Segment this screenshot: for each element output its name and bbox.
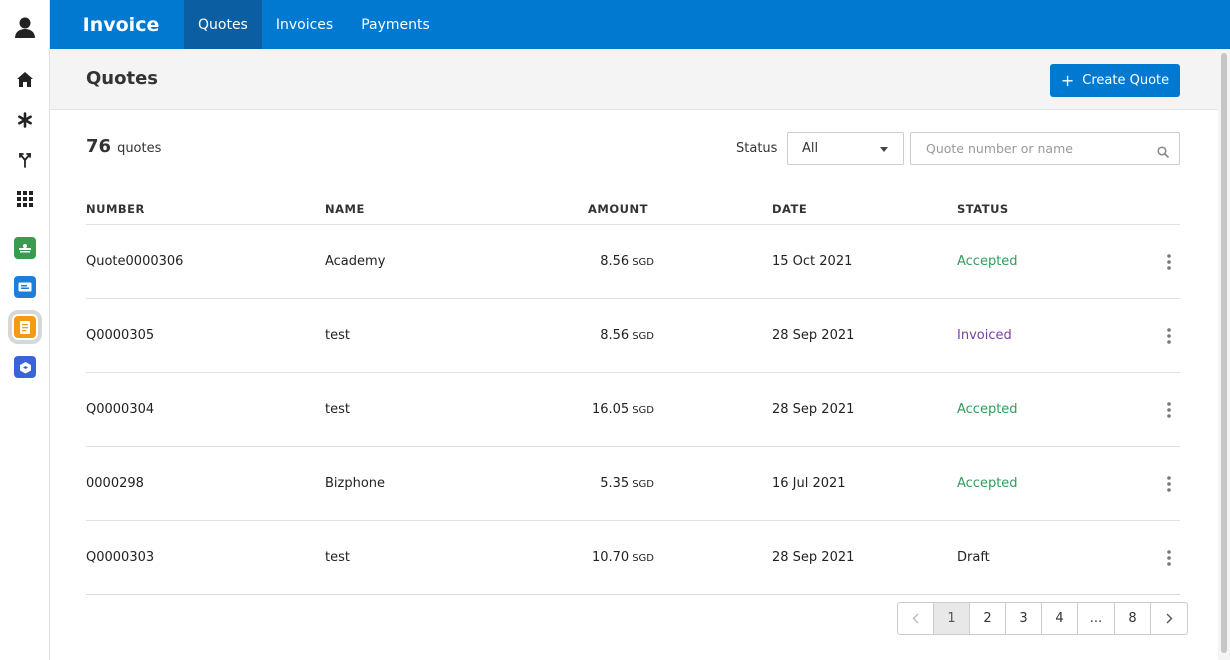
- quote-count: 76 quotes: [86, 136, 161, 157]
- more-options-icon[interactable]: [1159, 251, 1179, 273]
- search-icon[interactable]: [1157, 143, 1169, 162]
- amount-value: 10.70: [591, 550, 630, 565]
- quote-number[interactable]: 0000298: [86, 476, 144, 491]
- quote-number[interactable]: Quote0000306: [86, 254, 183, 269]
- create-quote-label: Create Quote: [1082, 73, 1170, 88]
- tab-quotes[interactable]: Quotes: [184, 0, 262, 49]
- column-header-name[interactable]: NAME: [325, 202, 365, 216]
- pagination: 1 2 3 4 ... 8: [897, 602, 1188, 635]
- quote-status: Accepted: [957, 476, 1018, 491]
- table-row[interactable]: Q0000305 test 8.56 SGD 28 Sep 2021 Invoic…: [86, 299, 1180, 373]
- amount-currency: SGD: [632, 553, 654, 564]
- quote-amount: 8.56 SGD: [600, 254, 654, 269]
- blue-ticket-app-icon[interactable]: [0, 270, 50, 304]
- status-filter-label: Status: [736, 141, 778, 156]
- table-row[interactable]: Q0000303 test 10.70 SGD 28 Sep 2021 Draft: [86, 521, 1180, 595]
- quote-date: 28 Sep 2021: [772, 328, 855, 343]
- search-input[interactable]: [912, 134, 1152, 163]
- quote-name: Academy: [325, 254, 386, 269]
- quote-count-label: quotes: [117, 141, 162, 156]
- asterisk-icon[interactable]: [0, 103, 50, 137]
- top-nav-bar: Invoice Quotes Invoices Payments: [50, 0, 1230, 49]
- merge-fork-icon[interactable]: [0, 143, 50, 177]
- quote-status: Invoiced: [957, 328, 1012, 343]
- app-rail: [0, 0, 50, 660]
- table-row[interactable]: Quote0000306 Academy 8.56 SGD 15 Oct 2021…: [86, 225, 1180, 299]
- page-button[interactable]: 1: [934, 603, 970, 634]
- quote-amount: 8.56 SGD: [600, 328, 654, 343]
- quote-amount: 16.05 SGD: [592, 402, 654, 417]
- more-options-icon[interactable]: [1159, 399, 1179, 421]
- tab-payments[interactable]: Payments: [347, 0, 444, 49]
- page-header: Quotes + Create Quote: [50, 49, 1218, 110]
- quote-name: test: [325, 402, 350, 417]
- more-options-icon[interactable]: [1159, 325, 1179, 347]
- more-options-icon[interactable]: [1159, 473, 1179, 495]
- search-box[interactable]: [910, 132, 1180, 165]
- home-icon[interactable]: [0, 63, 50, 97]
- table-header: NUMBER NAME AMOUNT DATE STATUS: [86, 194, 1180, 225]
- table-bottom-divider: [86, 594, 1180, 595]
- page-title: Quotes: [86, 68, 159, 89]
- quote-status: Accepted: [957, 254, 1018, 269]
- apps-grid-icon[interactable]: [0, 182, 50, 216]
- scrollbar-thumb[interactable]: [1221, 53, 1227, 653]
- quote-date: 28 Sep 2021: [772, 402, 855, 417]
- column-header-date[interactable]: DATE: [772, 202, 807, 216]
- more-options-icon[interactable]: [1159, 547, 1179, 569]
- amount-value: 16.05: [591, 402, 630, 417]
- plus-icon: +: [1060, 70, 1075, 90]
- app-brand: Invoice: [82, 13, 160, 36]
- page-button[interactable]: 2: [970, 603, 1006, 634]
- table-row[interactable]: Q0000304 test 16.05 SGD 28 Sep 2021 Accep…: [86, 373, 1180, 447]
- amount-currency: SGD: [632, 257, 654, 268]
- blue-box-app-icon[interactable]: [0, 350, 50, 384]
- quote-status: Draft: [957, 550, 990, 565]
- amount-currency: SGD: [632, 405, 654, 416]
- amount-value: 8.56: [600, 328, 630, 343]
- quote-name: Bizphone: [325, 476, 386, 491]
- create-quote-button[interactable]: + Create Quote: [1050, 64, 1180, 97]
- green-app-icon[interactable]: [0, 231, 50, 265]
- column-header-status[interactable]: STATUS: [957, 202, 1009, 216]
- page-button[interactable]: 4: [1042, 603, 1078, 634]
- quote-status: Accepted: [957, 402, 1018, 417]
- chevron-right-icon[interactable]: [1151, 603, 1187, 634]
- quote-date: 16 Jul 2021: [772, 476, 846, 491]
- quote-number[interactable]: Q0000303: [86, 550, 154, 565]
- page-button[interactable]: 3: [1006, 603, 1042, 634]
- vertical-scrollbar[interactable]: [1218, 49, 1230, 660]
- column-header-amount[interactable]: AMOUNT: [588, 202, 648, 216]
- orange-invoice-app-icon[interactable]: [0, 310, 50, 344]
- caret-down-icon: [880, 147, 888, 152]
- quote-count-number: 76: [86, 136, 112, 157]
- table-row[interactable]: 0000298 Bizphone 5.35 SGD 16 Jul 2021 Acc…: [86, 447, 1180, 521]
- quote-date: 15 Oct 2021: [772, 254, 853, 269]
- quote-name: test: [325, 550, 350, 565]
- quote-amount: 5.35 SGD: [600, 476, 654, 491]
- quote-name: test: [325, 328, 350, 343]
- page-button[interactable]: 8: [1115, 603, 1151, 634]
- amount-value: 8.56: [600, 254, 630, 269]
- chevron-left-icon[interactable]: [898, 603, 934, 634]
- quote-date: 28 Sep 2021: [772, 550, 855, 565]
- amount-currency: SGD: [632, 479, 654, 490]
- quote-amount: 10.70 SGD: [592, 550, 654, 565]
- amount-currency: SGD: [632, 331, 654, 342]
- status-filter-value: All: [802, 141, 819, 156]
- amount-value: 5.35: [600, 476, 630, 491]
- quote-number[interactable]: Q0000305: [86, 328, 154, 343]
- tab-invoices[interactable]: Invoices: [262, 0, 347, 49]
- user-avatar-icon[interactable]: [0, 10, 50, 44]
- column-header-number[interactable]: NUMBER: [86, 202, 145, 216]
- page-ellipsis[interactable]: ...: [1078, 603, 1115, 634]
- status-filter-select[interactable]: All: [787, 132, 904, 165]
- quote-number[interactable]: Q0000304: [86, 402, 154, 417]
